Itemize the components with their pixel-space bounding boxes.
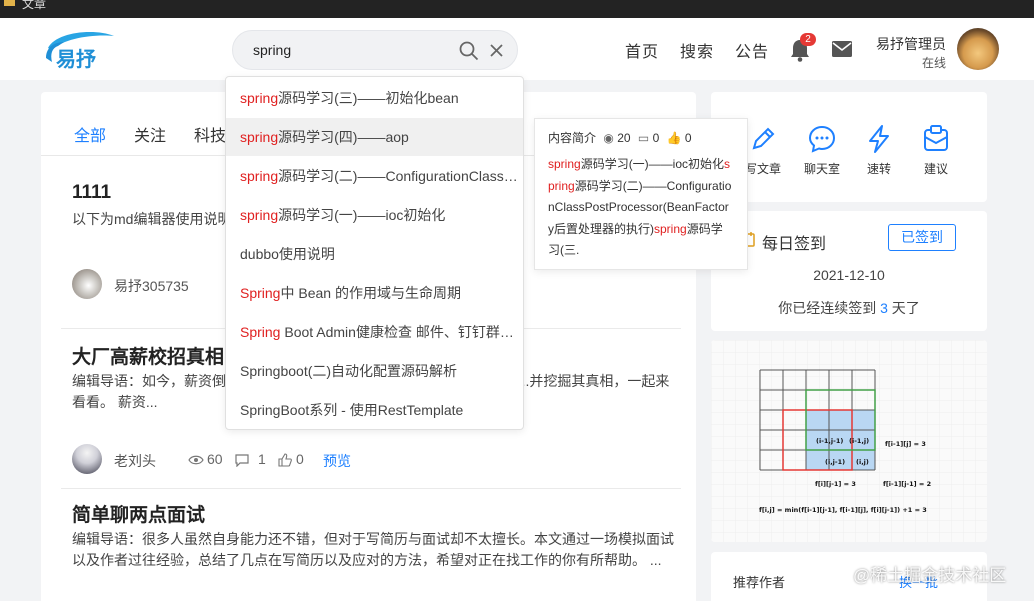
preview-link[interactable]: 预览 xyxy=(323,451,351,471)
suggestion-item[interactable]: Spring中 Bean 的作用域与生命周期 xyxy=(226,274,523,312)
chatroom-button[interactable]: 聊天室 xyxy=(794,124,850,177)
window-title: 文章 xyxy=(22,0,47,11)
lightning-icon xyxy=(869,125,889,153)
view-count: 20 xyxy=(617,131,631,145)
article-meta: 老刘头 60 1 0 预览 xyxy=(72,444,682,478)
search-suggestions: spring源码学习(三)——初始化bean spring源码学习(四)——ao… xyxy=(225,76,524,430)
signed-in-button[interactable]: 已签到 xyxy=(888,224,956,251)
like-count: 0 xyxy=(296,451,304,467)
like-icon[interactable] xyxy=(278,453,292,467)
divider xyxy=(61,488,681,489)
diagram-label: (i,j-1) xyxy=(825,458,845,466)
nav-home[interactable]: 首页 xyxy=(625,38,659,62)
content-preview-popover: 内容简介 ◉ 20 ▭ 0 👍 0 spring源码学习(一)——ioc初始化s… xyxy=(534,118,748,270)
author-name[interactable]: 易抒305735 xyxy=(114,276,189,296)
suggestion-item[interactable]: spring源码学习(三)——初始化bean xyxy=(226,79,523,117)
tab-following[interactable]: 关注 xyxy=(134,122,166,146)
top-header: 易抒 首页 搜索 公告 2 易抒管理员 在线 xyxy=(0,18,1034,80)
recommend-title: 推荐作者 xyxy=(733,575,786,590)
suggestion-item[interactable]: spring源码学习(四)——aop xyxy=(226,118,523,156)
window-titlebar: 文章 xyxy=(0,0,1034,18)
diagram-label: (i-1,j) xyxy=(849,437,869,445)
tab-all[interactable]: 全部 xyxy=(74,122,106,146)
like-icon: 👍 xyxy=(666,131,682,145)
nav-search[interactable]: 搜索 xyxy=(680,38,714,62)
search-box[interactable] xyxy=(232,30,518,70)
quick-actions-panel: 写文章 聊天室 速转 建议 xyxy=(711,92,987,202)
comment-count: 0 xyxy=(652,131,660,145)
folder-icon xyxy=(4,0,15,6)
feedback-icon xyxy=(924,125,948,151)
watermark: @稀土掘金技术社区 xyxy=(853,566,1007,585)
logo[interactable]: 易抒 xyxy=(42,28,118,72)
chat-icon xyxy=(808,125,836,153)
popover-header: 内容简介 ◉ 20 ▭ 0 👍 0 xyxy=(548,129,734,151)
quick-transfer-button[interactable]: 速转 xyxy=(851,124,907,177)
daily-signin-card: 每日签到 已签到 2021-12-10 你已经连续签到 3 天了 xyxy=(711,211,987,331)
diagram-label: (i-1,j-1) xyxy=(816,437,843,445)
user-name[interactable]: 易抒管理员 xyxy=(876,34,956,54)
logo-text: 易抒 xyxy=(56,47,96,71)
search-input[interactable] xyxy=(253,39,453,61)
diagram-label: f[i,j] = min(f[i-1][j-1], f[i-1][j], f[i… xyxy=(759,506,927,514)
popover-label: 内容简介 xyxy=(548,131,597,145)
diagram-label: (i,j) xyxy=(856,458,869,466)
search-icon[interactable] xyxy=(459,41,479,61)
author-name[interactable]: 老刘头 xyxy=(114,451,156,471)
suggestion-item[interactable]: spring源码学习(一)——ioc初始化 xyxy=(226,196,523,234)
suggestion-button[interactable]: 建议 xyxy=(908,124,964,177)
eye-icon: ◉ xyxy=(603,131,614,145)
eye-icon xyxy=(188,455,204,465)
notification-badge: 2 xyxy=(800,33,816,46)
suggestion-item[interactable]: Springboot(二)自动化配置源码解析 xyxy=(226,352,523,390)
author-avatar[interactable] xyxy=(72,444,102,474)
author-avatar[interactable] xyxy=(72,269,102,299)
article-item[interactable]: 简单聊两点面试 编辑导语：很多人虽然自身能力还不错，但对于写简历与面试却不太擅长… xyxy=(72,500,682,592)
user-avatar[interactable] xyxy=(957,28,999,70)
article-title[interactable]: 简单聊两点面试 xyxy=(72,500,682,526)
popover-content: spring源码学习(一)——ioc初始化spring源码学习(二)——Conf… xyxy=(548,157,732,257)
suggestion-item[interactable]: spring源码学习(二)——ConfigurationClassPostPro… xyxy=(226,157,523,195)
comment-icon: ▭ xyxy=(637,131,650,145)
tab-tech[interactable]: 科技 xyxy=(194,122,226,146)
suggestion-item[interactable]: Spring Boot Admin健康检查 邮件、钉钉群通知 xyxy=(226,313,523,351)
user-status: 在线 xyxy=(922,56,947,70)
diagram-label: f[i-1][j] = 3 xyxy=(885,440,926,448)
pen-icon xyxy=(752,127,775,150)
nav-announcement[interactable]: 公告 xyxy=(735,38,769,62)
banner-image[interactable]: (i-1,j-1) (i-1,j) (i,j-1) (i,j) f[i-1][j… xyxy=(711,340,987,542)
comment-icon xyxy=(235,454,249,467)
signin-title: 每日签到 xyxy=(762,236,827,253)
suggestion-item[interactable]: dubbo使用说明 xyxy=(226,235,523,273)
clear-icon[interactable] xyxy=(488,42,505,59)
article-summary: 编辑导语：很多人虽然自身能力还不错，但对于写简历与面试却不太擅长。本文通过一场模… xyxy=(72,531,674,568)
diagram-label: f[i-1][j-1] = 2 xyxy=(883,480,931,488)
diagram-label: f[i][j-1] = 3 xyxy=(815,480,856,488)
dp-grid-diagram: (i-1,j-1) (i-1,j) (i,j-1) (i,j) f[i-1][j… xyxy=(711,340,987,542)
suggestion-item[interactable]: SpringBoot系列 - 使用RestTemplate xyxy=(226,391,523,429)
signin-streak: 你已经连续签到 3 天了 xyxy=(778,300,920,316)
mail-icon[interactable] xyxy=(831,40,853,58)
view-count: 60 xyxy=(207,451,223,467)
signin-date: 2021-12-10 xyxy=(813,267,885,283)
like-count: 0 xyxy=(684,131,692,145)
comment-count: 1 xyxy=(258,451,266,467)
